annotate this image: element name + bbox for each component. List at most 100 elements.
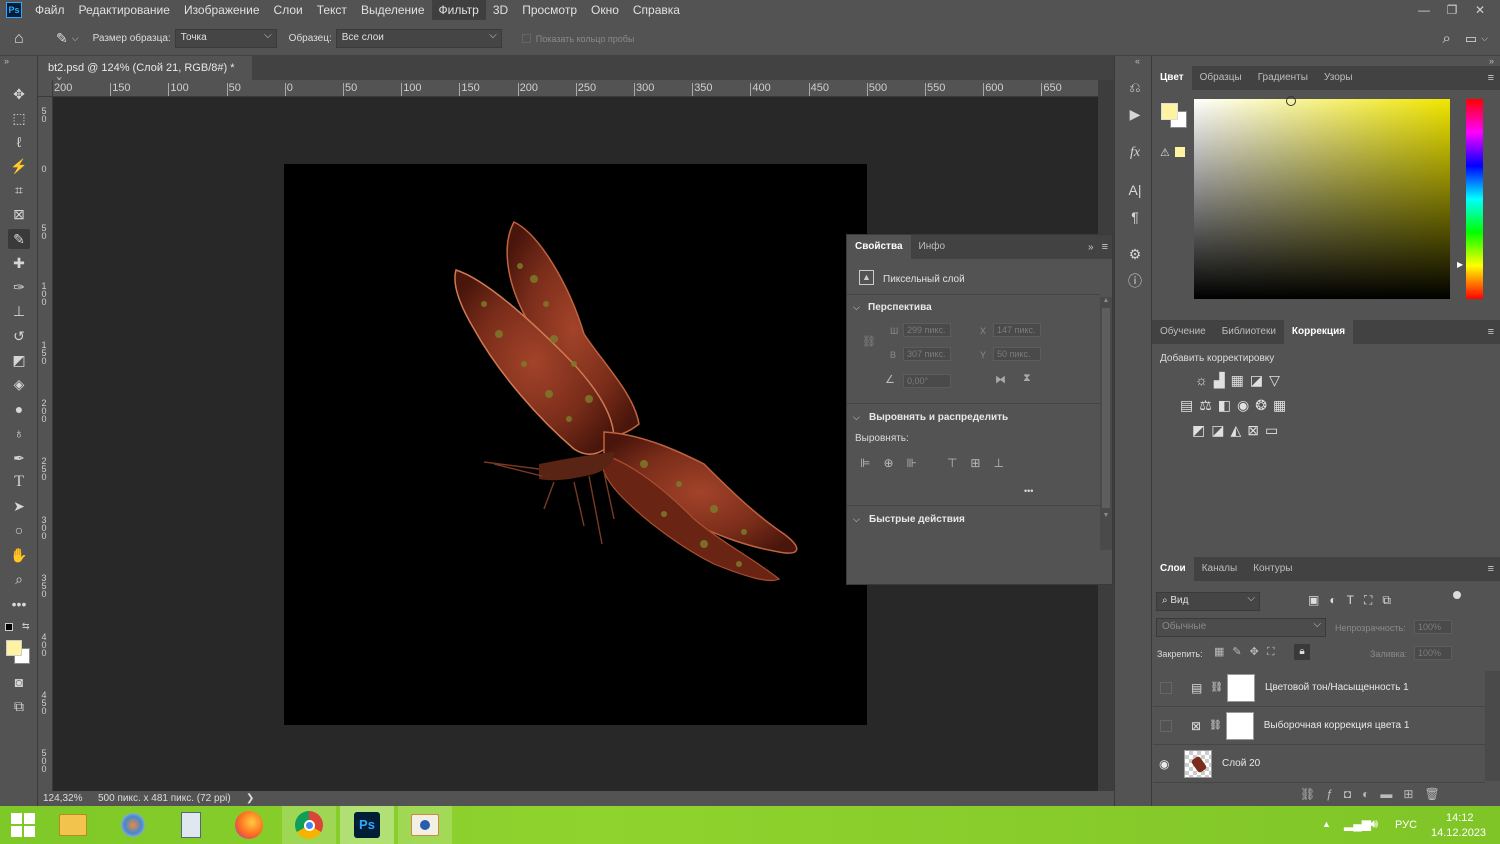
align-hcenter-icon[interactable]: ⊕ bbox=[883, 456, 893, 470]
tab-layers[interactable]: Слои bbox=[1152, 557, 1194, 581]
info-icon[interactable]: ⓘ bbox=[1124, 270, 1146, 292]
quick-actions-section-title[interactable]: Быстрые действия bbox=[869, 514, 965, 525]
stamp-tool-icon[interactable]: ⊥ bbox=[8, 301, 30, 321]
taskbar-explorer[interactable] bbox=[46, 806, 100, 844]
search-icon[interactable]: ⌕ bbox=[1442, 30, 1450, 47]
posterize-icon[interactable]: ◪ bbox=[1211, 422, 1230, 438]
selective-color-icon[interactable]: ⊠ bbox=[1247, 422, 1265, 438]
panel-menu-icon[interactable]: ≡ bbox=[1488, 326, 1494, 338]
chevron-down-icon[interactable]: ⌵ bbox=[853, 514, 860, 525]
more-options-button[interactable]: ••• bbox=[1024, 486, 1033, 496]
layer-row[interactable]: ◉ Слой 20 bbox=[1153, 745, 1485, 783]
eyedropper-tool-icon[interactable]: ✎ bbox=[8, 229, 30, 249]
lock-pixels-icon[interactable]: ✎ bbox=[1232, 646, 1249, 658]
blend-mode-select[interactable]: Обычные bbox=[1156, 618, 1326, 637]
eraser-tool-icon[interactable]: ◩ bbox=[8, 350, 30, 370]
dodge-tool-icon[interactable]: ♁ bbox=[8, 423, 30, 443]
hue-slider-handle-icon[interactable]: ▶ bbox=[1457, 260, 1463, 269]
more-tools-icon[interactable]: ••• bbox=[8, 594, 30, 614]
threshold-icon[interactable]: ◭ bbox=[1230, 422, 1247, 438]
levels-icon[interactable]: ▟ bbox=[1214, 372, 1231, 388]
frame-tool-icon[interactable]: ⊠ bbox=[8, 204, 30, 224]
close-button[interactable]: ✕ bbox=[1466, 0, 1494, 20]
zoom-level[interactable]: 124,32% bbox=[43, 793, 82, 804]
blur-tool-icon[interactable]: ● bbox=[8, 399, 30, 419]
channel-mixer-icon[interactable]: ❂ bbox=[1255, 397, 1273, 413]
taskbar-firefox[interactable] bbox=[222, 806, 276, 844]
menu-layers[interactable]: Слои bbox=[267, 0, 310, 20]
color-field[interactable] bbox=[1194, 99, 1450, 299]
angle-input[interactable]: 0,00° bbox=[903, 374, 951, 388]
trash-icon[interactable]: 🗑︎ bbox=[1424, 787, 1450, 801]
x-input[interactable]: 147 пикс. bbox=[993, 323, 1041, 337]
menu-select[interactable]: Выделение bbox=[354, 0, 432, 20]
actions-play-icon[interactable]: ▶ bbox=[1124, 103, 1146, 125]
lock-transparent-icon[interactable]: ▦ bbox=[1214, 646, 1232, 658]
healing-brush-tool-icon[interactable]: ✚ bbox=[8, 253, 30, 273]
tab-gradients[interactable]: Градиенты bbox=[1250, 66, 1316, 90]
volume-icon[interactable]: 🔊︎ bbox=[1370, 816, 1378, 832]
properties-scrollbar[interactable]: ▲ ▼ bbox=[1100, 297, 1112, 550]
taskbar-viewer[interactable] bbox=[398, 806, 452, 844]
new-group-icon[interactable]: ▬ bbox=[1380, 787, 1403, 801]
collapse-icon[interactable]: » bbox=[1088, 242, 1094, 253]
tab-libraries[interactable]: Библиотеки bbox=[1214, 320, 1284, 344]
zoom-tool-icon[interactable]: ⌕ bbox=[8, 569, 30, 589]
taskbar-calculator[interactable] bbox=[164, 806, 218, 844]
taskbar-paint[interactable] bbox=[106, 806, 160, 844]
hue-slider[interactable] bbox=[1466, 99, 1483, 299]
layer-name[interactable]: Цветовой тон/Насыщенность 1 bbox=[1265, 682, 1409, 693]
menu-edit[interactable]: Редактирование bbox=[72, 0, 177, 20]
curves-icon[interactable]: ▦ bbox=[1231, 372, 1250, 388]
align-bottom-icon[interactable]: ⊥ bbox=[993, 456, 1003, 470]
align-section-title[interactable]: Выровнять и распределить bbox=[869, 412, 1008, 423]
filter-adjustment-icon[interactable]: ◐ bbox=[1329, 593, 1346, 607]
tab-properties[interactable]: Свойства bbox=[847, 235, 911, 259]
pen-tool-icon[interactable]: ✒ bbox=[8, 448, 30, 468]
chevron-down-icon[interactable]: ⌵ bbox=[1481, 33, 1488, 44]
color-lookup-icon[interactable]: ▦ bbox=[1273, 397, 1292, 413]
document-canvas[interactable] bbox=[284, 164, 867, 725]
chevron-down-icon[interactable]: ⌵ bbox=[853, 412, 860, 423]
sample-select[interactable]: Все слои bbox=[335, 29, 502, 48]
hand-tool-icon[interactable]: ✋ bbox=[8, 545, 30, 565]
new-adjustment-icon[interactable]: ◐ bbox=[1362, 787, 1380, 801]
tab-adjustments[interactable]: Коррекция bbox=[1283, 320, 1354, 344]
type-tool-icon[interactable]: T bbox=[8, 472, 30, 492]
hue-saturation-icon[interactable]: ▤ bbox=[1180, 397, 1199, 413]
show-ring-checkbox[interactable] bbox=[521, 34, 531, 43]
document-tab[interactable]: bt2.psd @ 124% (Слой 21, RGB/8#) * × bbox=[38, 56, 252, 86]
magic-wand-tool-icon[interactable]: ⚡ bbox=[8, 156, 30, 176]
height-input[interactable]: 307 пикс. bbox=[903, 347, 951, 361]
clock-time[interactable]: 14:12 bbox=[1446, 812, 1474, 824]
menu-3d[interactable]: 3D bbox=[486, 0, 515, 20]
scroll-thumb[interactable] bbox=[1102, 308, 1110, 508]
clock-date[interactable]: 14.12.2023 bbox=[1431, 827, 1486, 839]
brush-tool-icon[interactable]: ✑ bbox=[8, 277, 30, 297]
layers-scrollbar[interactable] bbox=[1485, 671, 1500, 781]
network-icon[interactable]: ▂▄▆ bbox=[1344, 817, 1371, 831]
tab-channels[interactable]: Каналы bbox=[1194, 557, 1246, 581]
quick-mask-icon[interactable]: ◙ bbox=[8, 672, 30, 692]
menu-file[interactable]: Файл bbox=[28, 0, 72, 20]
tab-patterns[interactable]: Узоры bbox=[1316, 66, 1361, 90]
character-icon[interactable]: A| bbox=[1124, 179, 1146, 201]
menu-view[interactable]: Просмотр bbox=[515, 0, 584, 20]
panel-menu-icon[interactable]: ≡ bbox=[1102, 241, 1108, 253]
move-tool-icon[interactable]: ✥ bbox=[8, 84, 30, 104]
filter-pixel-icon[interactable]: ▣ bbox=[1308, 593, 1329, 607]
black-white-icon[interactable]: ◧ bbox=[1218, 397, 1237, 413]
link-icon[interactable]: ⛓ bbox=[1210, 682, 1223, 693]
photo-filter-icon[interactable]: ◉ bbox=[1237, 397, 1255, 413]
filter-toggle-icon[interactable] bbox=[1453, 591, 1461, 599]
paragraph-icon[interactable]: ¶ bbox=[1124, 206, 1146, 228]
visibility-toggle[interactable] bbox=[1160, 681, 1172, 694]
swap-colors-icon[interactable]: ⇆ bbox=[22, 621, 30, 632]
taskbar-photoshop[interactable]: Ps bbox=[340, 806, 394, 844]
width-input[interactable]: 299 пикс. bbox=[903, 323, 951, 337]
layer-filter-select[interactable]: ⌕ Вид bbox=[1156, 592, 1260, 611]
menu-help[interactable]: Справка bbox=[626, 0, 687, 20]
layer-mask-thumbnail[interactable] bbox=[1225, 711, 1254, 740]
minimize-button[interactable]: — bbox=[1410, 0, 1438, 20]
filter-smart-icon[interactable]: ⧉ bbox=[1382, 593, 1401, 607]
